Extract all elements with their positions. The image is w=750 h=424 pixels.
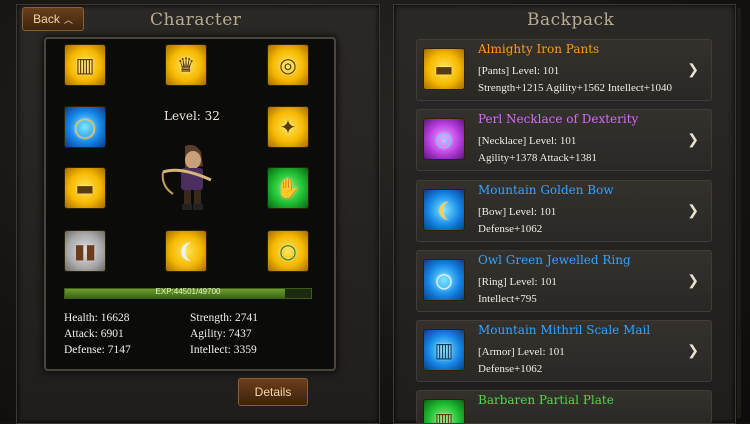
plate-icon: ▥ [423, 399, 465, 423]
character-title: Character [150, 10, 242, 30]
item-name: Owl Green Jewelled Ring [478, 253, 631, 267]
back-button[interactable]: Back ︿ [22, 7, 84, 31]
stat-attack: Attack: 6901 [64, 328, 124, 340]
necklace-icon: ◎ [423, 118, 465, 160]
stat-defense: Defense: 7147 [64, 344, 131, 356]
ring-slot[interactable]: ○ [267, 230, 309, 272]
stat-strength: Strength: 2741 [190, 312, 259, 324]
chevron-right-icon: ❯ [687, 273, 699, 289]
necklace-slot-icon: ◎ [279, 53, 297, 77]
ring-icon: ○ [423, 259, 465, 301]
belt-slot-icon: ◯ [73, 115, 97, 139]
stat-agility: Agility: 7437 [190, 328, 252, 340]
stat-intellect: Intellect: 3359 [190, 344, 257, 356]
bow-slot[interactable]: ❨ [165, 230, 207, 272]
item-stats: Agility+1378 Attack+1381 [478, 152, 598, 164]
back-label: Back [33, 12, 60, 26]
item-type-level: [Ring] Level: 101 [478, 276, 557, 288]
character-level: Level: 32 [164, 109, 220, 123]
details-button[interactable]: Details [238, 378, 308, 406]
chevron-right-icon: ❯ [687, 203, 699, 219]
item-type-level: [Pants] Level: 101 [478, 65, 560, 77]
backpack-item[interactable]: ◎ Perl Necklace of Dexterity [Necklace] … [416, 109, 712, 171]
backpack-item[interactable]: ❨ Mountain Golden Bow [Bow] Level: 101 D… [416, 180, 712, 242]
chevron-right-icon: ❯ [687, 132, 699, 148]
boots-slot-icon: ▮▮ [73, 239, 96, 263]
item-type-level: [Necklace] Level: 101 [478, 135, 577, 147]
item-name: Almighty Iron Pants [478, 42, 600, 56]
pants-slot-icon: ▬ [75, 176, 95, 200]
item-stats: Defense+1062 [478, 363, 543, 375]
backpack-item[interactable]: ○ Owl Green Jewelled Ring [Ring] Level: … [416, 250, 712, 312]
boots-slot[interactable]: ▮▮ [64, 230, 106, 272]
armor-slot-icon: ▥ [75, 53, 95, 77]
chevron-right-icon: ❯ [687, 62, 699, 78]
archer-character-sprite [161, 144, 212, 210]
armor-slot[interactable]: ▥ [64, 44, 106, 86]
item-stats: Intellect+795 [478, 293, 537, 305]
item-name: Perl Necklace of Dexterity [478, 112, 639, 126]
bow-slot-icon: ❨ [177, 239, 195, 263]
gloves-slot-icon: ✋ [275, 176, 301, 200]
pants-slot[interactable]: ▬ [64, 167, 106, 209]
backpack-title: Backpack [527, 10, 615, 30]
crown-slot-icon: ♛ [177, 53, 195, 77]
necklace-slot[interactable]: ◎ [267, 44, 309, 86]
item-stats: Defense+1062 [478, 223, 543, 235]
backpack-item[interactable]: ▥ Barbaren Partial Plate [416, 390, 712, 424]
item-name: Mountain Mithril Scale Mail [478, 323, 651, 337]
armor-icon: ▥ [423, 329, 465, 371]
item-stats: Strength+1215 Agility+1562 Intellect+104… [478, 82, 672, 94]
backpack-item[interactable]: ▥ Mountain Mithril Scale Mail [Armor] Le… [416, 320, 712, 382]
item-type-level: [Armor] Level: 101 [478, 346, 565, 358]
shoulder-slot[interactable]: ✦ [267, 106, 309, 148]
backpack-scrollbar[interactable] [737, 8, 741, 418]
crown-slot[interactable]: ♛ [165, 44, 207, 86]
gloves-slot[interactable]: ✋ [267, 167, 309, 209]
item-name: Mountain Golden Bow [478, 183, 614, 197]
chevron-up-icon: ︿ [63, 14, 73, 25]
backpack-item[interactable]: ▬ Almighty Iron Pants [Pants] Level: 101… [416, 39, 712, 101]
exp-bar: EXP:44501/49700 [64, 287, 312, 299]
exp-text: EXP:44501/49700 [155, 287, 221, 296]
belt-slot[interactable]: ◯ [64, 106, 106, 148]
ring-slot-icon: ○ [279, 239, 297, 263]
item-type-level: [Bow] Level: 101 [478, 206, 557, 218]
bow-icon: ❨ [423, 189, 465, 231]
stat-health: Health: 16628 [64, 312, 130, 324]
pants-icon: ▬ [423, 48, 465, 90]
item-name: Barbaren Partial Plate [478, 393, 614, 407]
shoulder-slot-icon: ✦ [279, 115, 297, 139]
chevron-right-icon: ❯ [687, 343, 699, 359]
